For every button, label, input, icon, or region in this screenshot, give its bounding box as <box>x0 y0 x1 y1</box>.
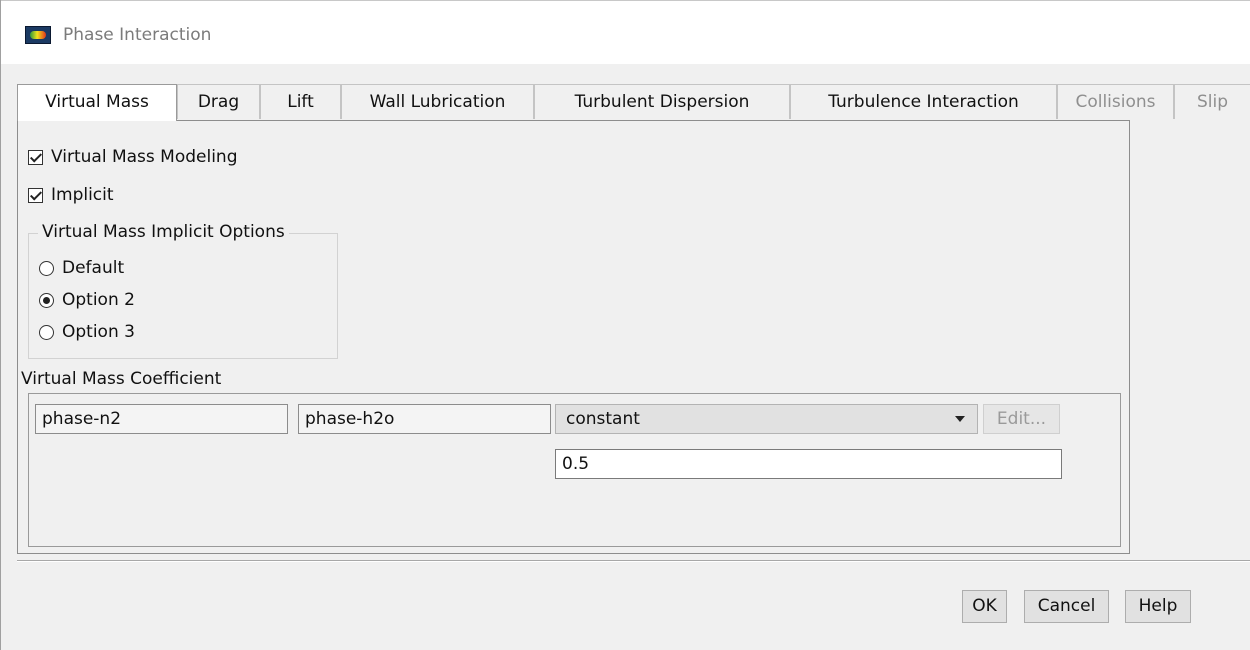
implicit-label: Implicit <box>51 185 114 205</box>
virtual-mass-panel: Virtual Mass Modeling Implicit Virtual M… <box>17 120 1130 554</box>
help-button[interactable]: Help <box>1125 590 1191 623</box>
coefficient-method-value: constant <box>566 409 640 429</box>
radio-option-2[interactable]: Option 2 <box>39 288 135 312</box>
phase-1-field: phase-n2 <box>35 404 288 434</box>
checkbox-checked-icon <box>28 187 43 203</box>
virtual-mass-modeling-label: Virtual Mass Modeling <box>51 147 238 167</box>
tab-wall-lubrication[interactable]: Wall Lubrication <box>341 84 534 119</box>
tab-virtual-mass[interactable]: Virtual Mass <box>17 84 177 121</box>
ok-button[interactable]: OK <box>962 590 1007 623</box>
phase-2-field: phase-h2o <box>298 404 551 434</box>
coefficient-method-dropdown[interactable]: constant <box>555 404 978 434</box>
implicit-options-group: Virtual Mass Implicit Options Default Op… <box>28 222 338 359</box>
radio-selected-icon <box>39 292 54 308</box>
caret-down-icon <box>955 416 965 422</box>
tab-collisions: Collisions <box>1057 84 1174 119</box>
radio-default-label: Default <box>62 258 125 278</box>
tab-slip: Slip <box>1174 84 1250 119</box>
radio-option-3[interactable]: Option 3 <box>39 320 135 344</box>
virtual-mass-coefficient-label: Virtual Mass Coefficient <box>21 369 222 389</box>
edit-button: Edit... <box>983 404 1060 434</box>
title-bar: Phase Interaction <box>1 0 1250 64</box>
tab-turbulence-interaction[interactable]: Turbulence Interaction <box>790 84 1057 119</box>
radio-default[interactable]: Default <box>39 256 124 280</box>
tab-lift[interactable]: Lift <box>260 84 341 119</box>
radio-option-3-label: Option 3 <box>62 322 135 342</box>
cancel-button[interactable]: Cancel <box>1024 590 1109 623</box>
phase-interaction-dialog: Phase Interaction Virtual Mass Drag Lift… <box>0 0 1250 650</box>
radio-unselected-icon <box>39 260 54 276</box>
radio-unselected-icon <box>39 324 54 340</box>
implicit-options-legend: Virtual Mass Implicit Options <box>38 222 289 242</box>
window-title: Phase Interaction <box>63 25 212 45</box>
tab-strip: Virtual Mass Drag Lift Wall Lubrication … <box>17 84 1250 121</box>
radio-option-2-label: Option 2 <box>62 290 135 310</box>
implicit-checkbox[interactable]: Implicit <box>28 183 114 207</box>
coefficient-group: phase-n2 phase-h2o constant Edit... 0.5 <box>28 393 1121 547</box>
checkbox-checked-icon <box>28 149 43 165</box>
app-icon <box>25 26 51 44</box>
virtual-mass-modeling-checkbox[interactable]: Virtual Mass Modeling <box>28 145 238 169</box>
tab-drag[interactable]: Drag <box>177 84 260 119</box>
footer-separator <box>17 560 1250 562</box>
tab-turbulent-dispersion[interactable]: Turbulent Dispersion <box>534 84 790 119</box>
coefficient-value-input[interactable]: 0.5 <box>555 449 1062 479</box>
